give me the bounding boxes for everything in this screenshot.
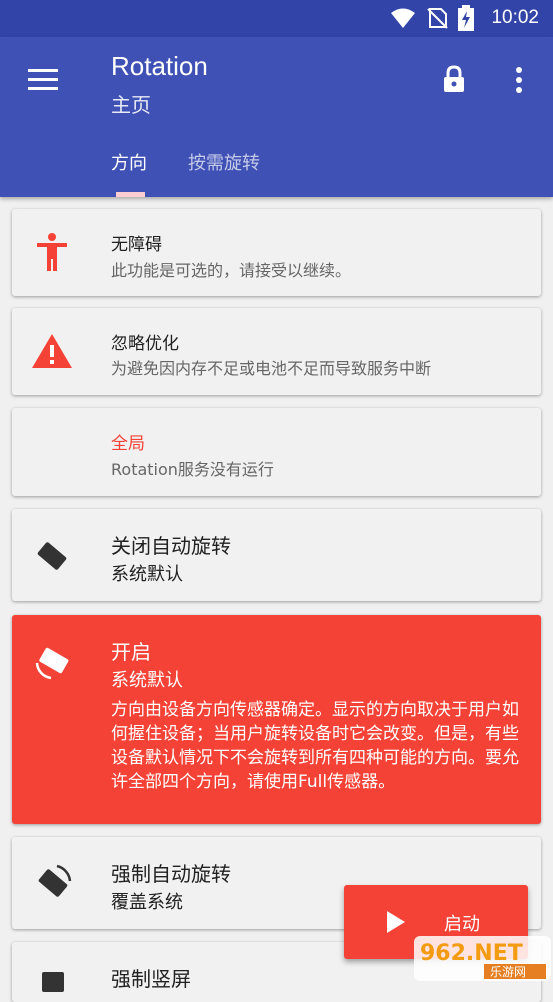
svg-text:乐游网: 乐游网 bbox=[490, 965, 526, 979]
watermark-logo: 962.NET 乐游网 bbox=[412, 933, 553, 983]
card-title: 全局 bbox=[111, 434, 145, 454]
card-accessibility[interactable]: 无障碍 此功能是可选的，请接受以继续。 bbox=[12, 209, 541, 296]
more-options-icon[interactable] bbox=[512, 67, 526, 93]
accessibility-icon bbox=[37, 233, 67, 271]
card-rotation-off[interactable]: 关闭自动旋转 系统默认 bbox=[12, 509, 541, 601]
warning-icon bbox=[32, 334, 72, 368]
card-title: 强制竖屏 bbox=[111, 967, 191, 991]
lock-icon[interactable] bbox=[443, 65, 465, 93]
card-title: 开启 bbox=[111, 640, 151, 664]
card-global[interactable]: 全局 Rotation服务没有运行 bbox=[12, 408, 541, 496]
card-subtitle: 系统默认 bbox=[111, 564, 183, 585]
card-title: 忽略优化 bbox=[111, 334, 179, 354]
no-sim-icon bbox=[427, 8, 448, 29]
card-subtitle: 此功能是可选的，请接受以继续。 bbox=[111, 261, 352, 280]
app-title: Rotation bbox=[111, 51, 208, 81]
card-ignore-optimization[interactable]: 忽略优化 为避免因内存不足或电池不足而导致服务中断 bbox=[12, 308, 541, 395]
tab-on-demand-rotation[interactable]: 按需旋转 bbox=[188, 149, 260, 175]
card-subtitle: 系统默认 bbox=[111, 670, 183, 691]
menu-icon[interactable] bbox=[28, 69, 58, 91]
status-bar: 10:02 bbox=[0, 0, 553, 37]
card-title: 强制自动旋转 bbox=[111, 862, 231, 886]
card-subtitle: Rotation服务没有运行 bbox=[111, 460, 274, 479]
tab-indicator bbox=[116, 192, 145, 197]
card-description: 方向由设备方向传感器确定。显示的方向取决于用户如何握住设备；当用户旋转设备时它会… bbox=[111, 700, 519, 792]
card-subtitle: 覆盖系统 bbox=[111, 892, 183, 913]
auto-rotate-icon bbox=[35, 647, 69, 680]
battery-charging-icon bbox=[458, 5, 474, 31]
card-title: 无障碍 bbox=[111, 235, 162, 255]
page-subtitle: 主页 bbox=[111, 93, 151, 117]
rotation-off-icon bbox=[37, 542, 67, 570]
card-subtitle: 为避免因内存不足或电池不足而导致服务中断 bbox=[111, 359, 432, 378]
tab-orientation[interactable]: 方向 bbox=[111, 149, 147, 175]
svg-text:962.NET: 962.NET bbox=[420, 941, 523, 966]
status-time: 10:02 bbox=[491, 7, 539, 28]
play-icon bbox=[387, 911, 405, 933]
card-auto-rotate-on[interactable]: 开启 系统默认 方向由设备方向传感器确定。显示的方向取决于用户如何握住设备；当用… bbox=[12, 615, 541, 824]
force-rotate-icon bbox=[38, 864, 72, 897]
card-title: 关闭自动旋转 bbox=[111, 534, 231, 558]
app-bar: Rotation 主页 方向 按需旋转 bbox=[0, 37, 553, 197]
portrait-icon bbox=[42, 972, 64, 992]
wifi-icon bbox=[391, 8, 415, 28]
